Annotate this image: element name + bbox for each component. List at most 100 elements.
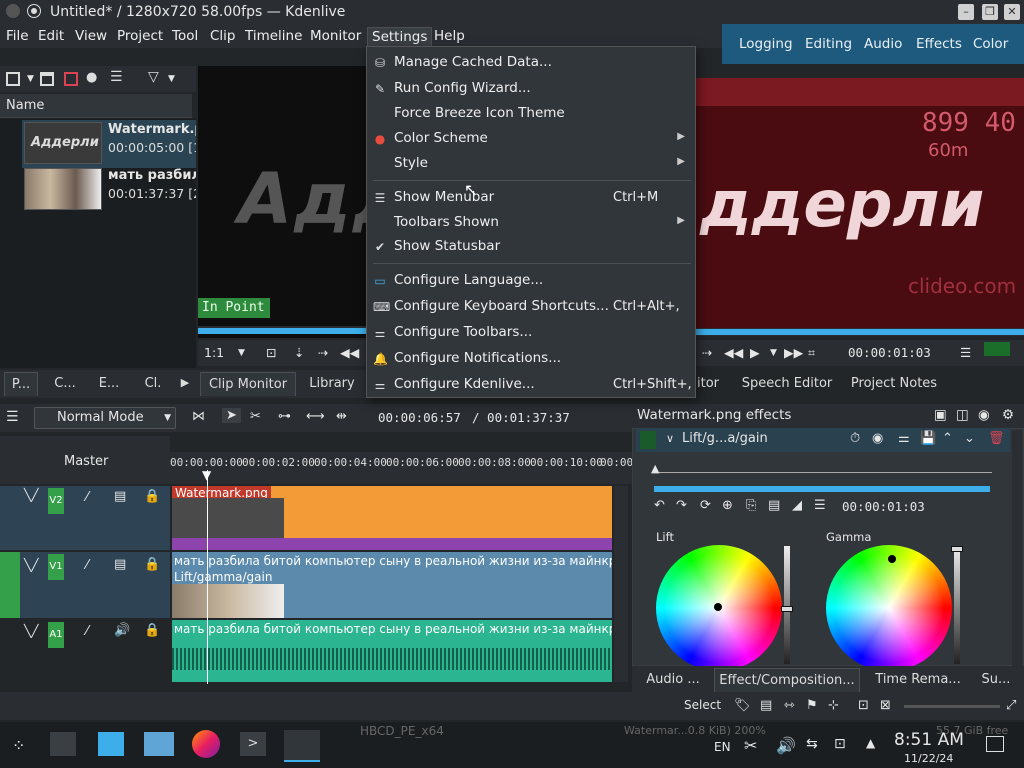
copy-icon[interactable]: ⎘: [746, 498, 756, 513]
tag-icon[interactable]: ●: [86, 70, 97, 85]
keyframe-marker-icon[interactable]: ▲: [651, 462, 659, 475]
set-out-icon[interactable]: ⇢: [318, 345, 328, 360]
hide-track-icon[interactable]: ▤: [114, 557, 126, 572]
menu-file[interactable]: File: [2, 27, 33, 47]
menu-tool[interactable]: Tool: [168, 27, 202, 47]
spacer-tool-icon[interactable]: ⋈: [192, 409, 205, 424]
effect-title-bar[interactable]: ∨ Lift/g...a/gain ⏱ ◉ ⚌ 💾 ⌃ ⌄ 🗑: [636, 428, 1010, 452]
timeline-clip-a1[interactable]: мать разбила битой компьютер сыну в реал…: [172, 620, 612, 682]
menu-item-toolbars-shown[interactable]: Toolbars Shown ▶: [367, 211, 695, 235]
curve-icon[interactable]: ◢: [792, 498, 802, 513]
effect-wand-icon[interactable]: ⁄: [86, 490, 88, 505]
next-keyframe-icon[interactable]: ⟳: [700, 498, 711, 513]
keyboard-language[interactable]: EN: [714, 740, 731, 754]
menu-item-manage-cached-data[interactable]: ⛁ Manage Cached Data...: [367, 51, 695, 75]
layout-editing[interactable]: Editing: [805, 36, 852, 52]
monitor-menu-icon[interactable]: ☰: [960, 345, 971, 360]
file-manager-icon[interactable]: [144, 732, 174, 756]
tab-time-remap[interactable]: Time Rema...: [870, 668, 966, 692]
firefox-icon[interactable]: [192, 730, 220, 758]
minimize-icon[interactable]: –: [958, 4, 974, 20]
project-timecode[interactable]: 00:00:01:03: [848, 345, 931, 360]
tab-audio-mixer[interactable]: Audio ...: [640, 668, 706, 692]
marker-icon[interactable]: ⚑: [806, 698, 818, 713]
menu-view[interactable]: View: [71, 27, 111, 47]
track-tag[interactable]: V1: [48, 554, 64, 580]
bin-clip-watermark[interactable]: Аддерли Watermark.p 00:00:05:00 [1: [22, 120, 196, 168]
zoom-fit-icon[interactable]: ⊡: [858, 698, 869, 713]
filter-dropdown-icon[interactable]: ▼: [168, 74, 175, 84]
track-tag[interactable]: V2: [48, 488, 64, 514]
audio-thumb-icon[interactable]: ⇿: [784, 698, 795, 713]
play-icon[interactable]: ▶: [750, 345, 760, 360]
maximize-icon[interactable]: ❐: [982, 4, 998, 20]
select-tool-icon[interactable]: ➤: [222, 408, 241, 423]
delete-icon[interactable]: [64, 72, 78, 86]
wheel-handle[interactable]: [714, 603, 722, 611]
film-icon[interactable]: ▤: [760, 698, 772, 713]
tab-project-notes[interactable]: Project Notes: [846, 372, 942, 396]
slider-handle[interactable]: [951, 546, 963, 552]
tray-expand-icon[interactable]: ▲: [866, 736, 875, 750]
collapse-icon[interactable]: ╲╱: [24, 488, 38, 502]
prev-keyframe-icon[interactable]: ↶: [654, 498, 665, 513]
effect-progress-bar[interactable]: [654, 486, 990, 492]
list-view-icon[interactable]: ☰: [110, 69, 123, 85]
menu-clip[interactable]: Clip: [206, 27, 240, 47]
adjust-icon[interactable]: ⚌: [898, 431, 910, 446]
tab-compositions[interactable]: C...: [48, 372, 82, 396]
bin-clip-video[interactable]: мать разбил 00:01:37:37 [2: [22, 166, 196, 214]
menu-item-run-config-wizard[interactable]: ✎ Run Config Wizard...: [367, 77, 695, 101]
menu-timeline[interactable]: Timeline: [241, 27, 306, 47]
menu-item-configure-notifications[interactable]: 🔔 Configure Notifications...: [367, 347, 695, 371]
paste-icon[interactable]: ▤: [768, 498, 780, 513]
keyframe-ruler[interactable]: ▲: [651, 462, 992, 480]
menu-help[interactable]: Help: [430, 27, 469, 47]
menu-item-show-menubar[interactable]: ☰ Show Menubar Ctrl+M: [367, 186, 695, 210]
gamma-luma-slider[interactable]: [951, 546, 963, 664]
zoom-select[interactable]: 1:1: [204, 345, 224, 360]
tab-clip-properties[interactable]: Cl.: [136, 372, 170, 396]
timeline-scrollbar[interactable]: [614, 486, 628, 682]
clock-date[interactable]: 11/22/24: [904, 752, 953, 765]
track-header-v1[interactable]: ╲╱ V1 ⁄ ▤ 🔒: [0, 552, 170, 618]
set-out-icon[interactable]: ⇢: [702, 345, 712, 360]
slider-handle[interactable]: [781, 606, 793, 612]
set-in-icon[interactable]: ⇣: [294, 345, 304, 360]
tab-clip-monitor[interactable]: Clip Monitor: [200, 372, 296, 396]
timeline-position[interactable]: 00:00:06:57: [378, 410, 461, 425]
track-header-a1[interactable]: ╲╱ A1 ⁄ 🔊 🔒: [0, 620, 170, 684]
rewind-icon[interactable]: ◀◀: [340, 345, 359, 360]
menu-item-configure-shortcuts[interactable]: ⌨ Configure Keyboard Shortcuts... Ctrl+A…: [367, 295, 695, 319]
show-desktop-icon[interactable]: [986, 736, 1004, 752]
timeline-ruler[interactable]: 00:00:00:00 00:00:02:00 00:00:04:00 00:0…: [170, 452, 633, 484]
effect-enable-toggle[interactable]: [640, 431, 656, 449]
edit-mode-select[interactable]: Normal Mode ▼: [34, 407, 176, 429]
settings-icon[interactable]: ⚙: [1002, 407, 1014, 423]
snap-icon[interactable]: ⊹: [828, 698, 839, 713]
keyframe-icon[interactable]: ⏱: [850, 431, 860, 446]
menu-item-show-statusbar[interactable]: ✔ Show Statusbar: [367, 235, 695, 259]
effects-scrollbar[interactable]: [1012, 430, 1022, 666]
save-stack-icon[interactable]: ▣: [934, 407, 947, 423]
effect-wand-icon[interactable]: ⁄: [86, 558, 88, 573]
move-up-icon[interactable]: ⌃: [942, 431, 953, 446]
dropdown-arrow-icon[interactable]: ▼: [27, 74, 34, 84]
tab-project-bin[interactable]: P...: [4, 372, 38, 396]
wheel-handle[interactable]: [888, 555, 896, 563]
menu-project[interactable]: Project: [113, 27, 167, 47]
effect-wand-icon[interactable]: ⁄: [86, 624, 88, 639]
mute-track-icon[interactable]: 🔊: [114, 623, 130, 638]
menu-item-style[interactable]: Style ▶: [367, 152, 695, 176]
settings-app-icon[interactable]: [50, 732, 76, 756]
project-monitor-progress[interactable]: [696, 328, 1024, 336]
menu-edit[interactable]: Edit: [34, 27, 68, 47]
track-header-v2[interactable]: ╲╱ V2 ⁄ ▤ 🔒: [0, 486, 170, 550]
eye-icon[interactable]: ◉: [872, 431, 883, 446]
clip-monitor-progress[interactable]: [198, 326, 368, 334]
bin-name-header[interactable]: Name: [6, 98, 44, 113]
tab-library[interactable]: Library: [304, 372, 360, 396]
bin-column-header[interactable]: Name: [0, 94, 192, 118]
zoom-in-icon[interactable]: ⤢: [1006, 698, 1016, 713]
add-keyframe-icon[interactable]: ↷: [676, 498, 687, 513]
